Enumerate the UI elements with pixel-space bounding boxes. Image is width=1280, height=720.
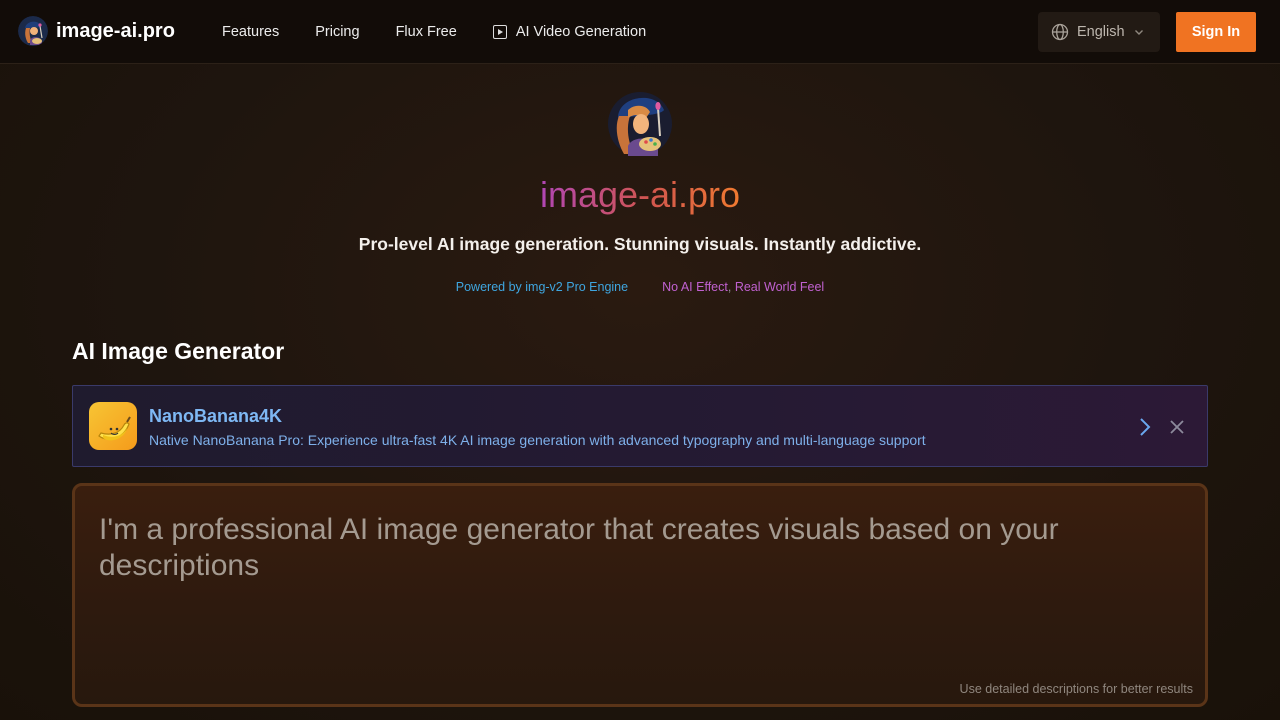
close-icon[interactable] <box>1167 417 1187 437</box>
nav-item-label: Pricing <box>315 24 360 40</box>
promo-banner[interactable]: NanoBanana4K Native NanoBanana Pro: Expe… <box>72 385 1208 467</box>
language-selector[interactable]: English <box>1038 12 1160 52</box>
engine-badge: Powered by img-v2 Pro Engine <box>455 280 629 294</box>
prompt-input[interactable] <box>99 512 1169 662</box>
realism-badge: No AI Effect, Real World Feel <box>662 280 825 294</box>
top-nav-bar: image-ai.pro Features Pricing Flux Free … <box>0 0 1280 64</box>
main-nav: Features Pricing Flux Free AI Video Gene… <box>222 0 682 64</box>
nav-item-flux-free[interactable]: Flux Free <box>396 24 457 40</box>
globe-icon <box>1051 23 1069 41</box>
section-title: AI Image Generator <box>72 338 285 364</box>
prompt-hint: Use detailed descriptions for better res… <box>959 682 1193 696</box>
nav-item-pricing[interactable]: Pricing <box>315 24 359 40</box>
nav-item-ai-video-generation[interactable]: AI Video Generation <box>492 24 647 40</box>
chevron-down-icon <box>1134 30 1143 35</box>
artist-logo-icon <box>18 16 48 46</box>
play-square-icon <box>492 25 507 39</box>
nav-item-label: AI Video Generation <box>515 24 647 40</box>
sign-in-button[interactable]: Sign In <box>1176 12 1256 52</box>
language-label: English <box>1077 24 1125 40</box>
promo-description: Native NanoBanana Pro: Experience ultra-… <box>149 432 926 448</box>
artist-avatar-icon <box>608 92 672 156</box>
chevron-right-icon[interactable] <box>1135 415 1155 439</box>
nav-item-label: Flux Free <box>395 24 457 40</box>
prompt-box: Use detailed descriptions for better res… <box>72 483 1208 707</box>
hero-tagline: Pro-level AI image generation. Stunning … <box>358 234 922 254</box>
nav-item-features[interactable]: Features <box>222 24 279 40</box>
brand-link[interactable]: image-ai.pro <box>18 16 175 46</box>
nav-item-label: Features <box>222 24 280 40</box>
hero-title: image-ai.pro <box>539 174 741 215</box>
brand-name: image-ai.pro <box>56 19 175 42</box>
banana-icon <box>89 402 137 450</box>
feature-badges: Powered by img-v2 Pro Engine No AI Effec… <box>0 280 1280 294</box>
promo-title: NanoBanana4K <box>149 406 283 426</box>
